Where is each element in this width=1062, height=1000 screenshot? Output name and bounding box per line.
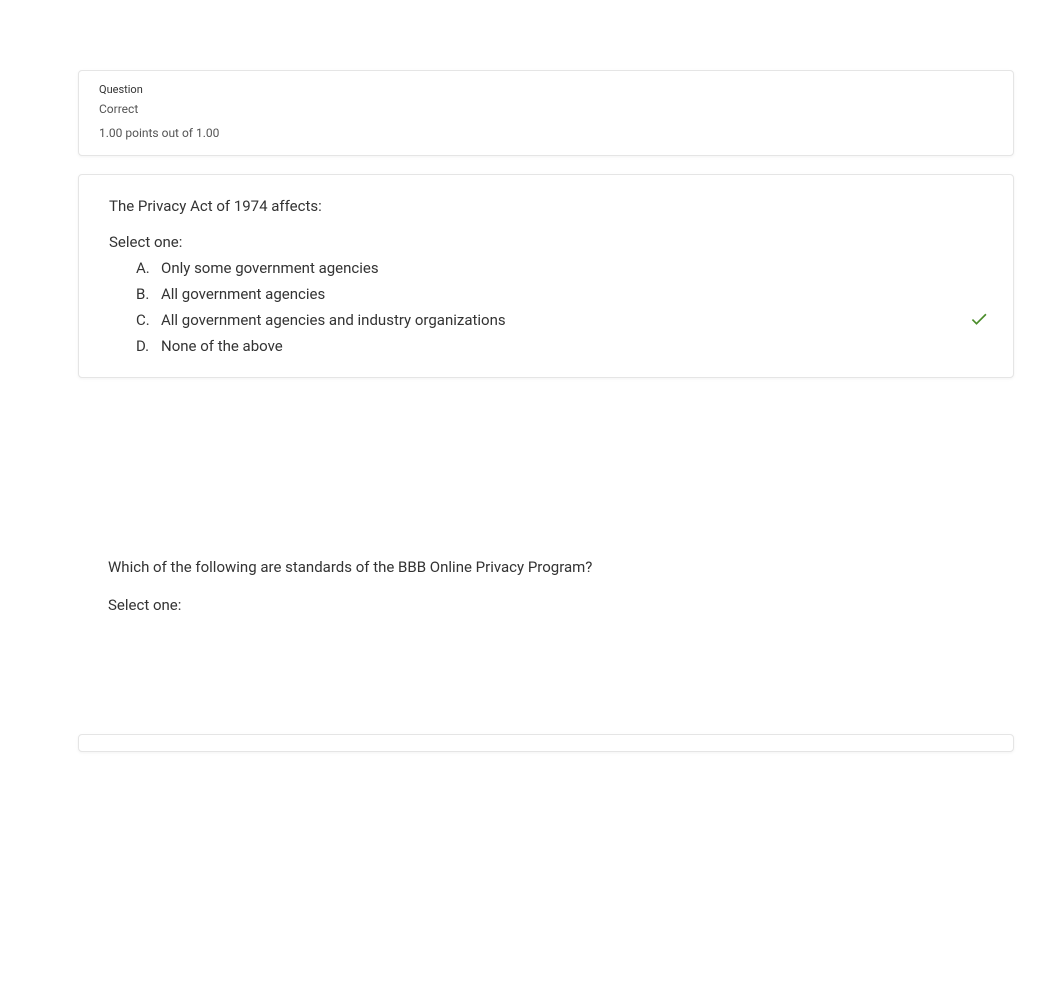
options-list: A. Only some government agencies B. All … [109,255,993,359]
option-text: All government agencies [161,285,993,303]
option-row[interactable]: A. Only some government agencies [109,255,993,281]
question-header-card: Question Correct 1.00 points out of 1.00 [78,70,1014,156]
question-2-text: Which of the following are standards of … [108,558,1014,576]
option-letter: B. [136,285,158,303]
option-row[interactable]: C. All government agencies and industry … [109,307,993,333]
select-prompt: Select one: [109,233,993,251]
option-text: All government agencies and industry org… [161,311,993,329]
option-letter: D. [136,337,158,355]
option-text: None of the above [161,337,993,355]
question-label: Question [99,83,993,96]
question-2-prompt: Select one: [108,596,1014,614]
option-text: Only some government agencies [161,259,993,277]
question-status: Correct [99,102,993,116]
question-header: Question Correct 1.00 points out of 1.00 [79,71,1013,155]
bottom-divider [78,734,1014,752]
check-icon [969,309,989,333]
option-letter: A. [136,259,158,277]
question-score: 1.00 points out of 1.00 [99,126,219,140]
question-body-card: The Privacy Act of 1974 affects: Select … [78,174,1014,378]
option-row[interactable]: B. All government agencies [109,281,993,307]
option-letter: C. [136,311,158,329]
option-row[interactable]: D. None of the above [109,333,993,359]
question-2-block: Which of the following are standards of … [78,536,1014,734]
question-text: The Privacy Act of 1974 affects: [109,197,993,215]
